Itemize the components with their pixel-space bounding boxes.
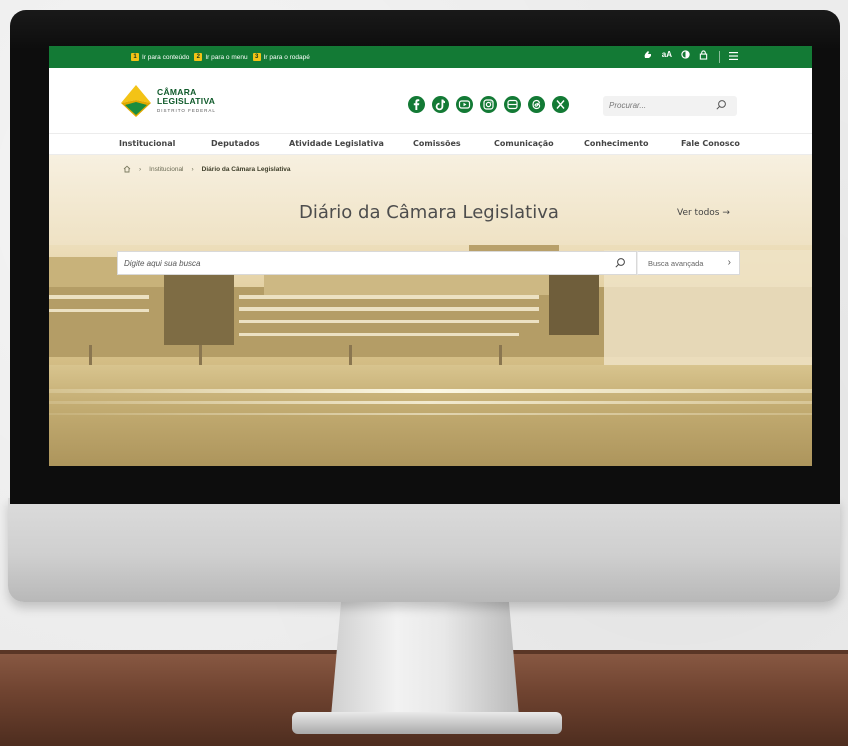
logo-text: CÂMARA LEGISLATIVA DISTRITO FEDERAL <box>157 87 216 115</box>
lock-icon[interactable] <box>699 50 708 62</box>
see-all-link[interactable]: Ver todos → <box>677 208 730 218</box>
nav-item-institucional[interactable]: Institucional <box>119 139 175 148</box>
page-title: Diário da Câmara Legislativa <box>299 202 559 223</box>
advanced-search-button[interactable]: Busca avançada › <box>637 251 740 275</box>
accessibility-bar: 1 Ir para conteúdo 2 Ir para o menu 3 Ir… <box>49 46 812 68</box>
nav-item-comunicacao[interactable]: Comunicação <box>494 139 554 148</box>
facebook-icon[interactable] <box>408 96 425 113</box>
logo-line2: LEGISLATIVA <box>157 95 216 106</box>
monitor-stand-base <box>292 712 562 734</box>
breadcrumb-separator-icon: › <box>139 165 142 173</box>
toolbar-divider <box>719 51 720 63</box>
hero-banner: › Institucional › Diário da Câmara Legis… <box>49 155 812 466</box>
youtube-icon[interactable] <box>456 96 473 113</box>
nav-item-deputados[interactable]: Deputados <box>211 139 260 148</box>
skip-label: Ir para conteúdo <box>142 53 190 61</box>
header-search-placeholder: Procurar... <box>609 101 647 110</box>
logo-line3: DISTRITO FEDERAL <box>157 107 216 113</box>
x-icon[interactable] <box>552 96 569 113</box>
skip-number: 3 <box>252 53 261 61</box>
skip-to-footer-link[interactable]: 3 Ir para o rodapé <box>252 53 310 61</box>
nav-item-comissoes[interactable]: Comissões <box>413 139 461 148</box>
social-links <box>408 96 569 113</box>
search-icon[interactable] <box>715 99 727 111</box>
monitor-chin <box>8 498 840 602</box>
skip-number: 2 <box>194 53 203 61</box>
light-streak <box>49 413 812 415</box>
logo-emblem-icon <box>121 85 151 117</box>
main-navigation: Institucional Deputados Atividade Legisl… <box>49 133 812 155</box>
skip-label: Ir para o menu <box>205 53 248 61</box>
website-screen: 1 Ir para conteúdo 2 Ir para o menu 3 Ir… <box>49 46 812 466</box>
skip-to-menu-link[interactable]: 2 Ir para o menu <box>194 53 248 61</box>
breadcrumb: › Institucional › Diário da Câmara Legis… <box>123 165 291 173</box>
skip-to-content-link[interactable]: 1 Ir para conteúdo <box>131 53 189 61</box>
tiktok-icon[interactable] <box>432 96 449 113</box>
hero-search-input[interactable]: Digite aqui sua busca <box>117 251 637 275</box>
accessibility-tools: aA <box>643 50 708 62</box>
home-icon[interactable] <box>123 165 131 173</box>
advanced-search-label: Busca avançada <box>648 259 704 268</box>
header-search-input[interactable]: Procurar... <box>603 96 737 116</box>
font-size-button[interactable]: aA <box>662 50 672 62</box>
clDF-logo[interactable]: CÂMARA LEGISLATIVA DISTRITO FEDERAL <box>119 83 216 119</box>
skip-number: 1 <box>131 53 139 61</box>
breadcrumb-institucional[interactable]: Institucional <box>149 166 183 173</box>
site-header: CÂMARA LEGISLATIVA DISTRITO FEDERAL Proc… <box>49 68 812 134</box>
hero-search-placeholder: Digite aqui sua busca <box>124 259 201 268</box>
breadcrumb-separator-icon: › <box>191 165 194 173</box>
instagram-icon[interactable] <box>480 96 497 113</box>
chevron-right-icon: › <box>727 257 731 268</box>
road <box>49 365 812 466</box>
monitor-stand <box>330 598 520 728</box>
nav-item-fale-conosco[interactable]: Fale Conosco <box>681 139 740 148</box>
light-streak <box>49 401 812 404</box>
contrast-icon[interactable] <box>681 50 690 62</box>
menu-icon[interactable] <box>729 52 738 62</box>
threads-icon[interactable] <box>528 96 545 113</box>
search-icon[interactable] <box>614 257 626 269</box>
flickr-icon[interactable] <box>504 96 521 113</box>
nav-item-atividade-legislativa[interactable]: Atividade Legislativa <box>289 139 384 148</box>
sign-language-icon[interactable] <box>643 50 653 62</box>
breadcrumb-current: Diário da Câmara Legislativa <box>201 165 291 173</box>
nav-item-conhecimento[interactable]: Conhecimento <box>584 139 648 148</box>
skip-label: Ir para o rodapé <box>263 53 310 61</box>
light-streak <box>49 389 812 393</box>
